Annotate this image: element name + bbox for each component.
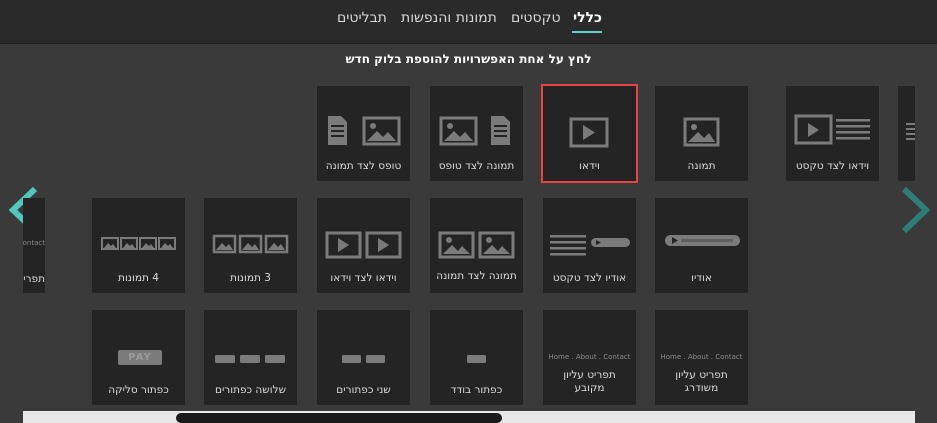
- top-tab-bar: כללי טקסטים תמונות והנפשות תבליטים: [0, 0, 937, 44]
- tile-video-beside-video[interactable]: וידאו לצד וידאו: [317, 198, 410, 293]
- tile-label: תפריט: [23, 273, 45, 285]
- tile-label: 3 תמונות: [230, 272, 271, 284]
- scroll-right-arrow-icon[interactable]: [898, 185, 934, 235]
- tile-label: תמונה לצד טופס: [438, 160, 515, 172]
- tile-three-images[interactable]: 3 תמונות: [204, 198, 297, 293]
- menu-preview-text: Home . About . Contact: [660, 353, 743, 361]
- tile-label: וידאו לצד טקסט: [795, 160, 870, 172]
- tile-partial-menu[interactable]: About . Contact תפריט: [23, 198, 45, 293]
- tile-menu-highlighted[interactable]: Home . About . Contact תפריט עליון משודר…: [655, 310, 748, 405]
- tile-label: כפתור סליקה: [108, 384, 169, 396]
- tab-general[interactable]: כללי: [573, 10, 602, 26]
- tile-partial-right[interactable]: [898, 86, 915, 181]
- tile-label: וידאו לצד וידאו: [330, 272, 397, 284]
- tile-label: אודיו לצד טקסט: [552, 272, 627, 284]
- tile-form-beside-image[interactable]: טופס לצד תמונה: [317, 86, 410, 181]
- tile-label: שני כפתורים: [336, 384, 391, 396]
- tile-label: שלושה כפתורים: [214, 384, 287, 396]
- tile-label: 4 תמונות: [118, 272, 159, 284]
- tile-image-beside-image[interactable]: תמונה לצד תמונה: [430, 198, 523, 293]
- tile-label: כפתור בודד: [450, 384, 503, 396]
- tile-paypal-button[interactable]: PAY כפתור סליקה: [92, 310, 185, 405]
- tile-label: וידאו: [579, 160, 600, 172]
- tile-label: תפריט עליון משודרג: [675, 369, 728, 394]
- tile-image[interactable]: תמונה: [655, 86, 748, 181]
- instruction-text: לחץ על אחת האפשרויות להוספת בלוק חדש: [345, 52, 592, 66]
- tile-two-buttons[interactable]: שני כפתורים: [317, 310, 410, 405]
- tile-audio[interactable]: אודיו: [655, 198, 748, 293]
- tile-four-images[interactable]: 4 תמונות: [92, 198, 185, 293]
- tab-texts[interactable]: טקסטים: [511, 10, 561, 26]
- menu-preview-text: About . Contact: [23, 239, 45, 247]
- tile-label: תפריט עליון מקובע: [563, 369, 616, 394]
- tile-video[interactable]: וידאו: [541, 84, 638, 183]
- horizontal-scrollbar-thumb[interactable]: [176, 413, 502, 423]
- menu-preview-text: Home . About . Contact: [548, 353, 631, 361]
- tab-images-animations[interactable]: תמונות והנפשות: [401, 10, 497, 26]
- active-tab-indicator: [572, 31, 602, 33]
- tile-menu-fixed[interactable]: Home . About . Contact תפריט עליון מקובע: [543, 310, 636, 405]
- tile-three-buttons[interactable]: שלושה כפתורים: [204, 310, 297, 405]
- tile-single-button[interactable]: כפתור בודד: [430, 310, 523, 405]
- tile-label: תמונה: [687, 160, 716, 172]
- text-lines-icon: [906, 123, 915, 140]
- tile-image-beside-form[interactable]: תמונה לצד טופס: [430, 86, 523, 181]
- tile-label: אודיו: [691, 272, 712, 284]
- tile-label: תמונה לצד תמונה: [436, 270, 517, 282]
- tile-video-beside-text[interactable]: וידאו לצד טקסט: [786, 86, 879, 181]
- tile-label: טופס לצד תמונה: [325, 160, 402, 172]
- paypal-icon: PAY: [118, 350, 162, 365]
- tile-audio-beside-text[interactable]: אודיו לצד טקסט: [543, 198, 636, 293]
- tab-bullets[interactable]: תבליטים: [337, 10, 387, 26]
